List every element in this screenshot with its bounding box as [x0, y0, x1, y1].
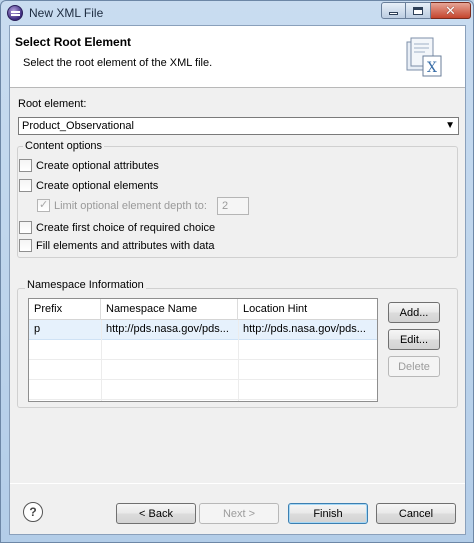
svg-text:X: X [427, 60, 437, 76]
wizard-banner: Select Root Element Select the root elem… [10, 26, 465, 88]
grid-line [29, 379, 377, 380]
root-element-label: Root element: [18, 98, 87, 110]
maximize-button[interactable] [406, 2, 431, 19]
window-title: New XML File [29, 6, 104, 20]
delete-namespace-button: Delete [388, 356, 440, 377]
close-button[interactable]: ✕ [431, 2, 471, 19]
column-header-namespace-name[interactable]: Namespace Name [101, 299, 238, 320]
finish-button[interactable]: Finish [288, 503, 368, 524]
option-label: Fill elements and attributes with data [36, 239, 215, 252]
dialog-window: New XML File ✕ Select Root Element Selec… [0, 0, 474, 543]
add-namespace-button[interactable]: Add... [388, 302, 440, 323]
option-create-optional-attributes[interactable]: Create optional attributes [19, 159, 159, 172]
checkbox [37, 198, 50, 212]
back-button[interactable]: < Back [116, 503, 196, 524]
edit-namespace-button[interactable]: Edit... [388, 329, 440, 350]
cell-location-hint: http://pds.nasa.gov/pds... [243, 323, 366, 335]
chevron-down-icon[interactable]: ▼ [445, 120, 455, 131]
column-header-location-hint[interactable]: Location Hint [238, 299, 377, 320]
option-label: Create optional attributes [36, 159, 159, 172]
cancel-button[interactable]: Cancel [376, 503, 456, 524]
namespace-table[interactable]: Prefix Namespace Name Location Hint p ht… [28, 298, 378, 402]
page-title: Select Root Element [15, 35, 132, 49]
grid-line [29, 359, 377, 360]
dialog-content: Select Root Element Select the root elem… [9, 25, 466, 535]
cell-prefix: p [34, 323, 41, 335]
minimize-icon [389, 12, 398, 15]
page-description: Select the root element of the XML file. [23, 57, 213, 69]
checkbox[interactable] [19, 159, 32, 172]
next-button: Next > [199, 503, 279, 524]
namespace-label: Namespace Information [25, 279, 146, 291]
help-icon[interactable]: ? [23, 502, 43, 522]
option-label: Create first choice of required choice [36, 221, 216, 234]
grid-line [238, 320, 239, 401]
option-first-choice[interactable]: Create first choice of required choice [19, 221, 215, 234]
close-icon: ✕ [445, 3, 456, 18]
option-label: Create optional elements [36, 179, 159, 192]
xml-file-icon: X [406, 37, 442, 77]
depth-input: 2 [217, 197, 249, 215]
cell-namespace-name: http://pds.nasa.gov/pds... [106, 323, 229, 335]
root-element-value: Product_Observational [22, 120, 134, 132]
content-options-label: Content options [23, 140, 105, 152]
maximize-icon [413, 6, 423, 15]
option-create-optional-elements[interactable]: Create optional elements [19, 179, 158, 192]
root-element-select[interactable]: Product_Observational ▼ [18, 117, 459, 135]
eclipse-icon [7, 5, 23, 21]
option-label: Limit optional element depth to: [54, 199, 207, 212]
footer-separator [10, 483, 465, 484]
minimize-button[interactable] [381, 2, 406, 19]
checkbox[interactable] [19, 179, 32, 192]
title-bar[interactable]: New XML File ✕ [1, 1, 473, 25]
checkbox[interactable] [19, 239, 32, 252]
column-header-prefix[interactable]: Prefix [29, 299, 101, 320]
table-row[interactable]: p http://pds.nasa.gov/pds... http://pds.… [29, 320, 377, 340]
option-fill-data[interactable]: Fill elements and attributes with data [19, 239, 215, 252]
grid-line [101, 320, 102, 401]
checkbox[interactable] [19, 221, 32, 234]
table-header: Prefix Namespace Name Location Hint [29, 299, 377, 320]
option-limit-depth: Limit optional element depth to: [37, 198, 207, 212]
grid-line [29, 399, 377, 400]
